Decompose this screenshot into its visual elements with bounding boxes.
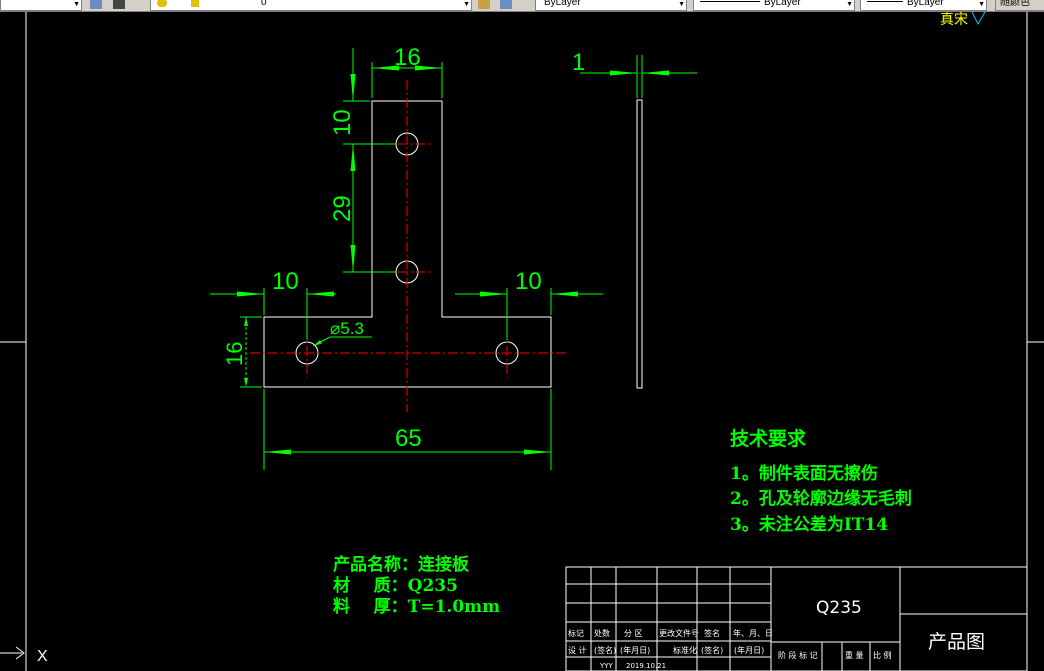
- linetype-preview: [700, 1, 760, 2]
- layer-manager-icon[interactable]: [90, 0, 102, 9]
- stage-cell: 重 量: [845, 650, 864, 660]
- dimension-lines: [210, 48, 697, 470]
- lock-icon: [191, 0, 199, 7]
- header-cell: 签名: [704, 628, 720, 638]
- chevron-down-icon: ▼: [846, 1, 853, 8]
- design-cell: (年月日): [620, 645, 650, 655]
- workspace-dropdown[interactable]: ▼: [0, 0, 82, 11]
- properties-toolbar: ▼ 0 ▼ ByLayer ▼ ByLayer ▼ ByLayer ▼ 随颜色: [0, 0, 1044, 12]
- drawing-canvas[interactable]: 真宋 16 1 10 29 10 10 16 ⌀5.3 65 技术要求 1。制件…: [0, 12, 1044, 671]
- dim-arm-height: 16: [222, 342, 247, 366]
- bottom-cell: 2019.10.21: [626, 662, 666, 670]
- dimension-texts: 16 1 10 29 10 10 16 ⌀5.3 65: [222, 44, 585, 452]
- color-dropdown[interactable]: ByLayer ▼: [535, 0, 687, 11]
- title-material: Q235: [816, 598, 862, 618]
- header-cell: 年、月、日: [733, 628, 773, 638]
- dim-left-arm: 10: [272, 268, 299, 295]
- ucs-icon: [0, 646, 25, 660]
- tech-requirement-2: 2。孔及轮廓边缘无毛刺: [730, 488, 912, 509]
- tech-requirements: 技术要求 1。制件表面无擦伤 2。孔及轮廓边缘无毛刺 3。未注公差为IT14: [730, 427, 912, 535]
- chevron-down-icon: ▼: [73, 1, 80, 8]
- design-cell: 标准化: [673, 645, 697, 655]
- dim-right-arm: 10: [515, 268, 542, 295]
- color-value: ByLayer: [544, 0, 581, 8]
- dim-vert-mid: 29: [329, 195, 356, 222]
- chevron-down-icon: ▼: [463, 1, 470, 8]
- title-drawing-name: 产品图: [928, 631, 985, 653]
- dim-thickness: 1: [572, 49, 585, 76]
- header-cell: 标记: [568, 628, 584, 638]
- center-lines: [250, 80, 566, 412]
- layer-previous-icon[interactable]: [500, 0, 512, 9]
- linetype-value: ByLayer: [764, 0, 801, 8]
- header-cell: 更改文件号: [659, 628, 699, 638]
- dim-top-width: 16: [394, 44, 421, 71]
- layer-name: 0: [261, 0, 267, 8]
- product-thickness: 料 厚：T=1.0mm: [333, 596, 500, 617]
- ucs-chevron-icon: [971, 12, 986, 26]
- make-current-icon[interactable]: [478, 0, 490, 9]
- stage-cell: 阶 段 标 记: [778, 650, 818, 660]
- dim-vert-top: 10: [329, 109, 356, 136]
- lightbulb-icon: [157, 0, 167, 7]
- tech-requirement-1: 1。制件表面无擦伤: [730, 463, 878, 484]
- layer-dropdown[interactable]: 0 ▼: [150, 0, 472, 11]
- design-cell: (签名): [594, 645, 616, 655]
- dim-hole-diameter: ⌀5.3: [330, 319, 364, 338]
- layer-state-icon[interactable]: [113, 0, 125, 9]
- lineweight-preview: [867, 1, 903, 2]
- design-cell: (签名): [701, 645, 723, 655]
- plotstyle-dropdown[interactable]: 随颜色: [995, 0, 1044, 11]
- stage-cell: 比 例: [873, 650, 892, 660]
- chevron-down-icon: ▼: [678, 1, 685, 8]
- lineweight-dropdown[interactable]: ByLayer ▼: [860, 0, 987, 11]
- plotstyle-value: 随颜色: [1000, 0, 1030, 8]
- tech-requirement-3: 3。未注公差为IT14: [730, 514, 888, 535]
- lineweight-value: ByLayer: [907, 0, 944, 8]
- design-cell: 设 计: [568, 645, 587, 655]
- text-style-label: 真宋: [940, 12, 968, 27]
- ucs-x-label: X: [37, 648, 48, 665]
- design-cell: (年月日): [734, 645, 764, 655]
- title-block-texts: Q235 产品图 标记 处数 分 区 更改文件号 签名 年、月、日 设 计 (签…: [568, 598, 985, 670]
- header-cell: 分 区: [624, 629, 643, 638]
- product-info: 产品名称：连接板 材 质：Q235 料 厚：T=1.0mm: [333, 554, 500, 617]
- bottom-cell: YYY: [599, 662, 614, 670]
- chevron-down-icon: ▼: [978, 1, 985, 8]
- product-name: 产品名称：连接板: [333, 554, 470, 575]
- drawing-frame: [0, 12, 1044, 671]
- tech-requirements-title: 技术要求: [730, 427, 807, 450]
- dim-total-width: 65: [395, 425, 422, 452]
- product-material: 材 质：Q235: [333, 575, 458, 596]
- side-view: [636, 99, 643, 389]
- header-cell: 处数: [594, 628, 610, 638]
- linetype-dropdown[interactable]: ByLayer ▼: [693, 0, 855, 11]
